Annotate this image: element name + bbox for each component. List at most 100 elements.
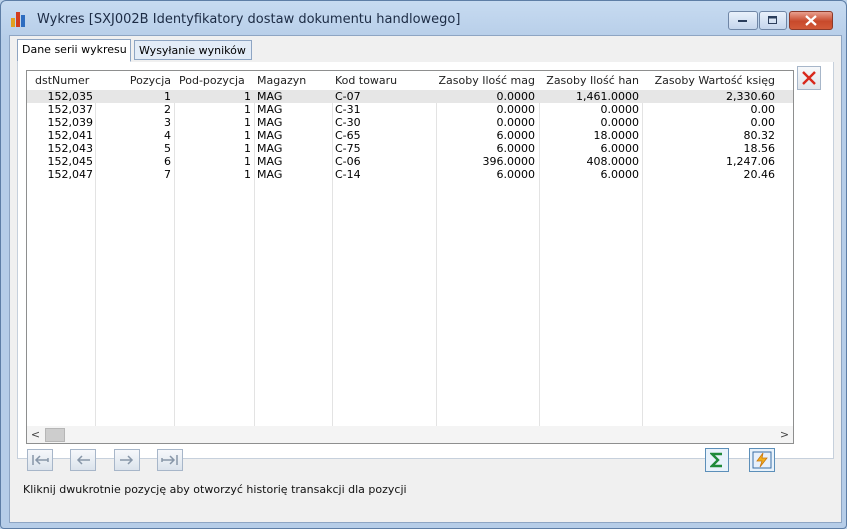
tab-dane-serii-wykresu[interactable]: Dane serii wykresu xyxy=(17,39,131,62)
cell-ilosc-mag: 0.0000 xyxy=(496,90,536,103)
cell-pod-pozycja: 1 xyxy=(244,168,251,181)
table-row[interactable]: 152,035 1 1 MAG C-07 0.0000 1,461.0000 2,330.60 xyxy=(27,90,793,103)
cell-pod-pozycja: 1 xyxy=(244,142,251,155)
table-row[interactable]: 152,047 7 1 MAG C-14 6.0000 6.0000 20.46 xyxy=(27,168,793,181)
next-record-icon xyxy=(120,455,134,465)
cell-dstnumer: 152,039 xyxy=(47,116,94,129)
cell-wartosc-kseg: 1,247.06 xyxy=(726,155,775,168)
close-icon xyxy=(805,15,817,26)
cell-magazyn: MAG xyxy=(257,142,283,155)
previous-record-icon xyxy=(76,455,90,465)
maximize-button[interactable] xyxy=(759,11,787,30)
cell-kod-towaru: C-30 xyxy=(335,116,361,129)
header-dstnumer[interactable]: dstNumer xyxy=(35,74,93,87)
previous-record-button[interactable] xyxy=(70,449,96,471)
cell-ilosc-mag: 0.0000 xyxy=(496,116,536,129)
header-kod-towaru[interactable]: Kod towaru xyxy=(335,74,435,87)
cell-dstnumer: 152,037 xyxy=(47,103,94,116)
cell-pod-pozycja: 1 xyxy=(244,129,251,142)
cell-wartosc-kseg: 2,330.60 xyxy=(726,90,775,103)
cell-magazyn: MAG xyxy=(257,103,283,116)
minimize-icon xyxy=(738,19,747,22)
close-dialog-button[interactable] xyxy=(797,66,821,90)
table-row[interactable]: 152,039 3 1 MAG C-30 0.0000 0.0000 0.00 xyxy=(27,116,793,129)
cell-magazyn: MAG xyxy=(257,168,283,181)
cell-dstnumer: 152,047 xyxy=(47,168,94,181)
cell-kod-towaru: C-14 xyxy=(335,168,361,181)
header-zasoby-ilosc-mag[interactable]: Zasoby Ilość mag xyxy=(437,74,535,87)
scroll-thumb[interactable] xyxy=(45,428,65,442)
minimize-button[interactable] xyxy=(728,11,758,30)
cell-dstnumer: 152,043 xyxy=(47,142,94,155)
window-title: Wykres [SXJ002B Identyfikatory dostaw do… xyxy=(37,12,461,27)
cell-pod-pozycja: 1 xyxy=(244,155,251,168)
cell-kod-towaru: C-07 xyxy=(335,90,361,103)
cell-magazyn: MAG xyxy=(257,116,283,129)
header-magazyn[interactable]: Magazyn xyxy=(257,74,331,87)
cell-pozycja: 1 xyxy=(164,90,171,103)
table-row[interactable]: 152,041 4 1 MAG C-65 6.0000 18.0000 80.32 xyxy=(27,129,793,142)
cell-pod-pozycja: 1 xyxy=(244,116,251,129)
grid-header: dstNumer Pozycja Pod-pozycja Magazyn Kod… xyxy=(27,71,793,90)
header-zasoby-wartosc-kseg[interactable]: Zasoby Wartość księg xyxy=(643,74,775,87)
table-row[interactable]: 152,043 5 1 MAG C-75 6.0000 6.0000 18.56 xyxy=(27,142,793,155)
table-row[interactable]: 152,037 2 1 MAG C-31 0.0000 0.0000 0.00 xyxy=(27,103,793,116)
cell-magazyn: MAG xyxy=(257,129,283,142)
cell-pozycja: 6 xyxy=(164,155,171,168)
status-hint: Kliknij dwukrotnie pozycję aby otworzyć … xyxy=(23,483,407,496)
cell-ilosc-han: 18.0000 xyxy=(593,129,640,142)
horizontal-scrollbar[interactable]: < > xyxy=(26,426,794,444)
cell-ilosc-han: 0.0000 xyxy=(600,116,640,129)
cell-wartosc-kseg: 18.56 xyxy=(743,142,776,155)
cell-pozycja: 4 xyxy=(164,129,171,142)
sigma-icon xyxy=(710,452,722,468)
cell-ilosc-mag: 0.0000 xyxy=(496,103,536,116)
sum-button[interactable] xyxy=(705,448,729,472)
tab-wysylanie-wynikow[interactable]: Wysyłanie wyników xyxy=(134,40,252,60)
maximize-icon xyxy=(768,16,777,24)
title-bar[interactable]: Wykres [SXJ002B Identyfikatory dostaw do… xyxy=(1,1,846,35)
cell-pozycja: 2 xyxy=(164,103,171,116)
cell-magazyn: MAG xyxy=(257,90,283,103)
header-zasoby-ilosc-han[interactable]: Zasoby Ilość han xyxy=(540,74,639,87)
scroll-left-arrow[interactable]: < xyxy=(27,426,44,443)
cell-dstnumer: 152,035 xyxy=(47,90,94,103)
header-pod-pozycja[interactable]: Pod-pozycja xyxy=(179,74,253,87)
header-pozycja[interactable]: Pozycja xyxy=(97,74,171,87)
cell-pozycja: 5 xyxy=(164,142,171,155)
first-record-icon xyxy=(32,455,49,465)
cell-pod-pozycja: 1 xyxy=(244,103,251,116)
cell-ilosc-han: 408.0000 xyxy=(586,155,640,168)
cell-wartosc-kseg: 80.32 xyxy=(743,129,776,142)
cell-ilosc-mag: 6.0000 xyxy=(496,142,536,155)
chart-app-icon xyxy=(11,11,29,27)
cell-ilosc-han: 0.0000 xyxy=(600,103,640,116)
scroll-right-arrow[interactable]: > xyxy=(776,426,793,443)
cell-wartosc-kseg: 0.00 xyxy=(750,103,776,116)
tab-panel: dstNumer Pozycja Pod-pozycja Magazyn Kod… xyxy=(17,62,834,472)
last-record-icon xyxy=(161,455,178,465)
cell-pod-pozycja: 1 xyxy=(244,90,251,103)
cell-ilosc-han: 1,461.0000 xyxy=(576,90,639,103)
cell-dstnumer: 152,045 xyxy=(47,155,94,168)
cell-magazyn: MAG xyxy=(257,155,283,168)
dialog-content: Dane serii wykresu Wysyłanie wyników dst… xyxy=(9,35,842,523)
cell-pozycja: 7 xyxy=(164,168,171,181)
export-button[interactable] xyxy=(749,448,775,472)
data-grid[interactable]: dstNumer Pozycja Pod-pozycja Magazyn Kod… xyxy=(26,70,794,428)
cell-kod-towaru: C-31 xyxy=(335,103,361,116)
cell-wartosc-kseg: 20.46 xyxy=(743,168,776,181)
cell-ilosc-mag: 6.0000 xyxy=(496,168,536,181)
cell-dstnumer: 152,041 xyxy=(47,129,94,142)
cell-wartosc-kseg: 0.00 xyxy=(750,116,776,129)
last-record-button[interactable] xyxy=(157,449,183,471)
next-record-button[interactable] xyxy=(114,449,140,471)
cell-ilosc-han: 6.0000 xyxy=(600,142,640,155)
cell-ilosc-han: 6.0000 xyxy=(600,168,640,181)
window-close-button[interactable] xyxy=(789,11,833,30)
cell-pozycja: 3 xyxy=(164,116,171,129)
table-row[interactable]: 152,045 6 1 MAG C-06 396.0000 408.0000 1,247.06 xyxy=(27,155,793,168)
first-record-button[interactable] xyxy=(27,449,53,471)
cell-ilosc-mag: 6.0000 xyxy=(496,129,536,142)
lightning-export-icon xyxy=(752,451,772,469)
